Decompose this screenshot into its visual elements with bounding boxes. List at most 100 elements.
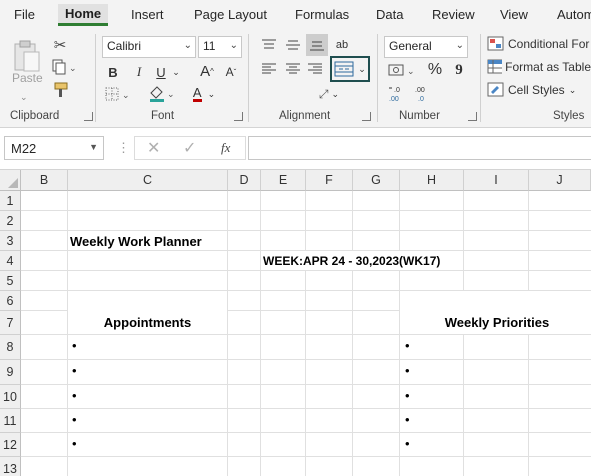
column-header-b[interactable]: B — [21, 170, 68, 191]
alignment-launcher-icon[interactable] — [362, 112, 371, 121]
row-header-9[interactable]: 9 — [0, 360, 21, 385]
priority-bullet[interactable]: • — [405, 412, 410, 427]
orientation-button[interactable]: ⤢ ⌄ — [314, 85, 344, 103]
week-label[interactable]: WEEK:APR 24 - 30,2023(WK17) — [263, 254, 440, 268]
formula-input[interactable] — [248, 136, 591, 160]
grow-font-button[interactable]: A ^ — [198, 61, 216, 81]
tab-formulas[interactable]: Formulas — [295, 7, 349, 22]
planner-title[interactable]: Weekly Work Planner — [70, 234, 202, 249]
row-header-2[interactable]: 2 — [0, 211, 21, 231]
column-header-d[interactable]: D — [228, 170, 261, 191]
appointment-bullet[interactable]: • — [72, 363, 77, 378]
merge-center-icon — [334, 61, 354, 77]
font-name-select[interactable]: Calibri ⌄ — [102, 36, 196, 58]
tab-review[interactable]: Review — [432, 7, 475, 22]
align-right-button[interactable] — [306, 60, 324, 78]
cut-button[interactable]: ✂ — [50, 36, 70, 54]
column-header-f[interactable]: F — [306, 170, 353, 191]
row-header-1[interactable]: 1 — [0, 191, 21, 211]
paste-button[interactable] — [10, 36, 44, 76]
row-header-6[interactable]: 6 — [0, 291, 21, 311]
number-launcher-icon[interactable] — [468, 112, 477, 121]
comma-style-button[interactable]: 9 — [452, 60, 466, 80]
tab-automate[interactable]: Autom — [557, 7, 591, 22]
priority-bullet[interactable]: • — [405, 436, 410, 451]
cancel-icon[interactable]: ✕ — [147, 138, 160, 158]
column-header-h[interactable]: H — [400, 170, 464, 191]
percent-button[interactable]: % — [426, 60, 444, 80]
conditional-formatting-icon — [487, 36, 504, 51]
priority-bullet[interactable]: • — [405, 338, 410, 353]
number-format-select[interactable]: General ⌄ — [384, 36, 468, 58]
top-align-button[interactable] — [260, 36, 278, 54]
font-size-value: 11 — [203, 39, 216, 53]
underline-button[interactable]: U — [152, 62, 170, 82]
align-center-button[interactable] — [284, 60, 302, 78]
select-all-button[interactable] — [0, 170, 21, 191]
row-header-4[interactable]: 4 — [0, 251, 21, 271]
gridline — [21, 432, 591, 433]
appointment-bullet[interactable]: • — [72, 338, 77, 353]
format-painter-button[interactable] — [50, 80, 70, 100]
chevron-down-icon: ⌄ — [455, 40, 464, 51]
row-header-12[interactable]: 12 — [0, 433, 21, 457]
format-as-table-button[interactable]: Format as Table — [487, 57, 591, 77]
fill-color-button[interactable]: ⌄ — [146, 84, 178, 104]
insert-function-button[interactable]: fx — [221, 140, 230, 156]
row-header-7[interactable]: 7 — [0, 311, 21, 335]
appointment-bullet[interactable]: • — [72, 436, 77, 451]
cell-styles-icon — [487, 82, 504, 97]
cell-styles-button[interactable]: Cell Styles ⌄ — [487, 80, 591, 100]
weekly-priorities-header[interactable]: Weekly Priorities — [400, 315, 591, 330]
tab-view[interactable]: View — [500, 7, 528, 22]
underline-dropdown-icon[interactable]: ⌄ — [171, 64, 181, 80]
column-header-c[interactable]: C — [68, 170, 228, 191]
column-header-j[interactable]: J — [529, 170, 591, 191]
bold-button[interactable]: B — [104, 62, 122, 82]
name-box[interactable]: M22 ▼ — [4, 136, 104, 160]
svg-text:.00: .00 — [415, 87, 425, 94]
increase-decimal-button[interactable]: .0.00 — [388, 84, 408, 104]
font-color-button[interactable]: A ⌄ — [188, 84, 220, 104]
clipboard-launcher-icon[interactable] — [84, 112, 93, 121]
tab-data[interactable]: Data — [376, 7, 403, 22]
paste-dropdown-icon[interactable]: ⌄ — [20, 92, 28, 103]
row-header-13[interactable]: 13 — [0, 457, 21, 476]
appointment-bullet[interactable]: • — [72, 388, 77, 403]
merge-center-button[interactable]: ⌄ — [330, 56, 370, 82]
column-header-i[interactable]: I — [464, 170, 529, 191]
appointments-header[interactable]: Appointments — [68, 315, 227, 330]
paste-label: Paste — [12, 71, 43, 85]
row-header-8[interactable]: 8 — [0, 335, 21, 360]
column-header-e[interactable]: E — [261, 170, 306, 191]
wrap-text-button[interactable]: ab — [332, 34, 352, 56]
align-right-icon — [308, 63, 322, 74]
decrease-decimal-button[interactable]: .00.0 — [412, 84, 432, 104]
tab-insert[interactable]: Insert — [131, 7, 164, 22]
conditional-formatting-button[interactable]: Conditional For — [487, 34, 591, 54]
copy-button[interactable]: ⌄ — [48, 58, 78, 76]
middle-align-button[interactable] — [284, 36, 302, 54]
increase-decimal-icon: .0.00 — [389, 87, 400, 103]
svg-text:.0: .0 — [418, 96, 424, 103]
priority-bullet[interactable]: • — [405, 388, 410, 403]
font-launcher-icon[interactable] — [234, 112, 243, 121]
row-header-5[interactable]: 5 — [0, 271, 21, 291]
row-header-10[interactable]: 10 — [0, 385, 21, 409]
tab-home[interactable]: Home — [58, 4, 109, 26]
bottom-align-button[interactable] — [306, 34, 328, 56]
column-header-g[interactable]: G — [353, 170, 400, 191]
appointment-bullet[interactable]: • — [72, 412, 77, 427]
accounting-format-button[interactable]: ⌄ — [385, 60, 421, 80]
italic-button[interactable]: I — [130, 62, 148, 82]
tab-file[interactable]: File — [14, 7, 35, 22]
shrink-font-button[interactable]: Aˇ — [222, 62, 240, 82]
row-header-11[interactable]: 11 — [0, 409, 21, 433]
align-left-button[interactable] — [260, 60, 278, 78]
row-header-3[interactable]: 3 — [0, 231, 21, 251]
priority-bullet[interactable]: • — [405, 363, 410, 378]
borders-button[interactable]: ⌄ — [103, 84, 133, 104]
font-size-select[interactable]: 11 ⌄ — [198, 36, 242, 58]
enter-icon[interactable]: ✓ — [183, 138, 196, 158]
tab-page-layout[interactable]: Page Layout — [194, 7, 267, 22]
